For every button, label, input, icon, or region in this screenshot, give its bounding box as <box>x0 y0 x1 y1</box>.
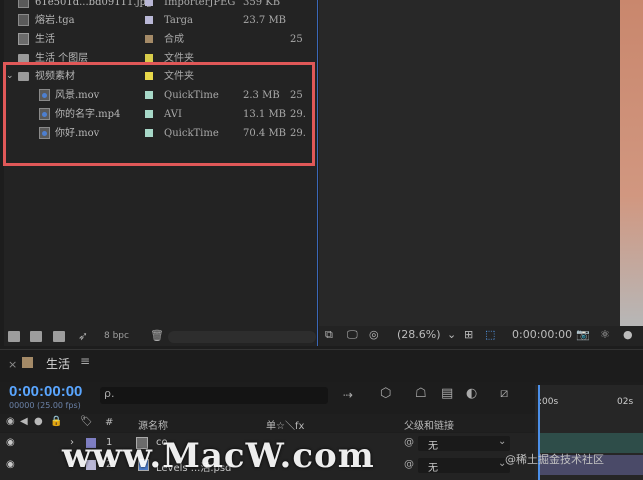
project-panel: 61e501d...bd09111.jpg ImporterJPEG 359 K… <box>4 0 318 346</box>
timeline-header <box>0 349 643 382</box>
transparency-grid-icon[interactable]: ⬚ <box>485 328 495 341</box>
item-size: 23.7 MB <box>243 15 287 26</box>
interpret-footage-icon[interactable] <box>8 331 20 342</box>
eye-icon[interactable]: ◉ <box>6 437 15 448</box>
ruler-start-label: :00s <box>539 397 559 407</box>
search-icon: ρ. <box>104 387 115 400</box>
shy-layers-icon[interactable]: ☖ <box>415 386 427 401</box>
highlight-box <box>3 62 315 166</box>
audio-icon[interactable]: ◀ <box>20 416 28 427</box>
viewer-toolbar: ⧉ 🖵 ◎ (28.6%) ⌄ ⊞ ⬚ 0:00:00:00 📷 ⚛ ● <box>319 326 643 346</box>
label-color-swatch[interactable] <box>145 35 153 43</box>
solo-icon[interactable]: ● <box>34 416 43 427</box>
item-type: 合成 <box>164 34 184 45</box>
graph-editor-icon[interactable]: ⧄ <box>500 386 508 401</box>
composition-icon <box>22 357 33 368</box>
layer-column-header: ◉ ◀ ● 🔒 🏷 # 源名称 单☆＼fx 父级和链接 <box>0 414 535 432</box>
column-switches: 单☆＼fx <box>266 421 305 432</box>
frame-blending-icon[interactable]: ▤ <box>441 386 453 401</box>
color-channel-icon[interactable]: ● <box>623 328 633 341</box>
column-number: # <box>105 417 114 428</box>
project-item[interactable]: 生活 合成 25 <box>4 30 317 49</box>
source-credit: @稀土掘金技术社区 <box>505 453 604 466</box>
new-composition-icon[interactable] <box>53 331 65 342</box>
zoom-dropdown[interactable]: (28.6%) <box>397 328 441 341</box>
eye-icon[interactable]: ◉ <box>6 416 15 427</box>
project-item[interactable]: 熔岩.tga Targa 23.7 MB <box>4 11 317 30</box>
column-source-name[interactable]: 源名称 <box>138 417 168 432</box>
project-footer: ➶ 🗑 <box>4 328 317 346</box>
layer-bar[interactable] <box>539 433 643 453</box>
rocket-icon[interactable]: ➶ <box>78 329 88 343</box>
bit-depth-button[interactable]: 8 bpc <box>104 331 129 341</box>
draft-3d-icon[interactable]: ⬡ <box>380 386 391 401</box>
item-type: Targa <box>164 15 193 26</box>
lock-icon[interactable]: 🔒 <box>50 416 62 427</box>
item-fps: 25 <box>290 34 303 45</box>
label-color-swatch[interactable] <box>145 54 153 62</box>
image-file-icon <box>18 0 29 8</box>
panel-menu-icon[interactable]: ≡ <box>80 354 90 368</box>
chevron-down-icon[interactable]: ⌄ <box>447 328 456 341</box>
frame-rate-label: 00000 (25.00 fps) <box>9 401 81 410</box>
eye-icon[interactable]: ◉ <box>6 459 15 470</box>
pick-whip-icon[interactable]: @ <box>404 437 414 448</box>
label-color-swatch[interactable] <box>145 0 153 6</box>
region-icon[interactable]: ⧉ <box>325 328 333 342</box>
label-icon[interactable]: 🏷 <box>80 416 93 427</box>
close-tab-button[interactable]: × <box>8 358 17 371</box>
mask-icon[interactable]: ◎ <box>369 328 379 341</box>
ruler-end-label: 02s <box>617 397 634 407</box>
scrollbar[interactable] <box>168 331 316 343</box>
label-color-swatch[interactable] <box>145 16 153 24</box>
show-channel-icon[interactable]: ⚛ <box>600 328 610 341</box>
camera-icon[interactable]: 📷 <box>576 328 590 341</box>
item-name: 生活 <box>35 34 55 45</box>
viewer-image <box>620 0 643 326</box>
current-time-display[interactable]: 0:00:00:00 <box>9 383 82 400</box>
watermark-text: www.MacW.com <box>62 436 375 476</box>
monitor-icon[interactable]: 🖵 <box>347 328 358 342</box>
trash-icon[interactable]: 🗑 <box>150 329 164 342</box>
item-name: 熔岩.tga <box>35 15 75 26</box>
new-folder-icon[interactable] <box>30 331 42 342</box>
composition-icon <box>18 33 29 45</box>
image-file-icon <box>18 14 29 26</box>
timeline-tab[interactable]: 生活 <box>46 355 70 372</box>
chevron-down-icon[interactable]: ⌄ <box>498 436 506 447</box>
layer-search-input[interactable] <box>100 387 328 404</box>
parent-value: 无 <box>428 463 438 474</box>
pick-whip-icon[interactable]: @ <box>404 459 414 470</box>
parent-value: 无 <box>428 441 438 452</box>
motion-blur-icon[interactable]: ◐ <box>466 386 477 401</box>
viewer-timecode[interactable]: 0:00:00:00 <box>512 328 572 341</box>
composition-flowchart-icon[interactable]: ⇢ <box>343 388 353 402</box>
composition-viewer[interactable] <box>319 0 643 326</box>
column-parent[interactable]: 父级和链接 <box>404 417 454 432</box>
grid-icon[interactable]: ⊞ <box>464 328 473 341</box>
